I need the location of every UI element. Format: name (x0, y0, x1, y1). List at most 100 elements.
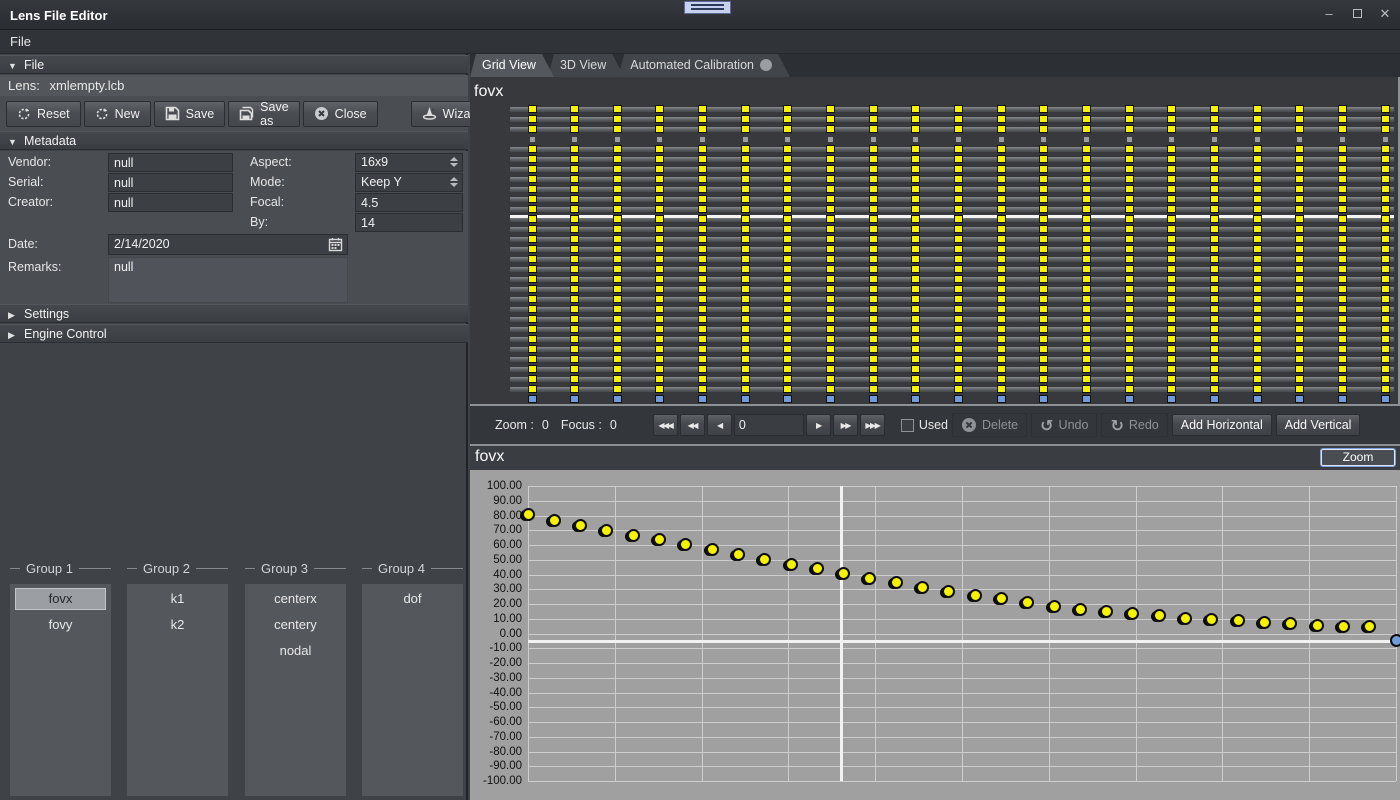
grid-cell[interactable] (1082, 245, 1091, 253)
grid-cell[interactable] (655, 115, 664, 123)
grid-cell[interactable] (570, 225, 579, 233)
grid-cell[interactable] (655, 335, 664, 343)
grid-cell[interactable] (741, 355, 750, 363)
grid-cell[interactable] (1338, 285, 1347, 293)
grid-cell[interactable] (783, 295, 792, 303)
grid-cell[interactable] (997, 385, 1006, 393)
grid-cell[interactable] (698, 265, 707, 273)
data-point[interactable] (837, 567, 850, 580)
data-point[interactable] (732, 548, 745, 561)
grid-cell[interactable] (911, 245, 920, 253)
grid-cell[interactable] (1253, 295, 1262, 303)
grid-cell[interactable] (911, 235, 920, 243)
grid-cell[interactable] (1381, 155, 1390, 163)
grid-cell[interactable] (698, 115, 707, 123)
grid-cell[interactable] (1210, 275, 1219, 283)
grid-cell[interactable] (1253, 365, 1262, 373)
grid-cell[interactable] (613, 385, 622, 393)
tab-automated-calibration[interactable]: Automated Calibration (618, 54, 790, 77)
grid-cell[interactable] (1295, 315, 1304, 323)
grid-cell[interactable] (911, 215, 920, 223)
grid-cell[interactable] (1338, 385, 1347, 393)
grid-cell[interactable] (1295, 255, 1304, 263)
grid-cell[interactable] (1210, 145, 1219, 153)
grid-cell[interactable] (1210, 265, 1219, 273)
grid-cell[interactable] (1039, 245, 1048, 253)
grid-cell[interactable] (698, 205, 707, 213)
grid-cell[interactable] (1125, 295, 1134, 303)
grid-cell[interactable] (783, 195, 792, 203)
grid-cell[interactable] (869, 175, 878, 183)
grid-cell[interactable] (997, 345, 1006, 353)
grid-cell[interactable] (1125, 275, 1134, 283)
grid-cell[interactable] (741, 365, 750, 373)
grid-cell[interactable] (1125, 185, 1134, 193)
grid-cell[interactable] (698, 365, 707, 373)
grid-cell[interactable] (570, 285, 579, 293)
grid-cell-selected-row[interactable] (997, 395, 1006, 403)
grid-cell[interactable] (1082, 255, 1091, 263)
grid-cell[interactable] (1082, 275, 1091, 283)
grid-cell[interactable] (869, 225, 878, 233)
grid-cell[interactable] (1167, 365, 1176, 373)
grid-cell[interactable] (1253, 225, 1262, 233)
grid-cell[interactable] (1381, 245, 1390, 253)
grid-cell[interactable] (1167, 295, 1176, 303)
grid-cell[interactable] (997, 245, 1006, 253)
grid-cell[interactable] (1253, 385, 1262, 393)
grid-cell[interactable] (570, 185, 579, 193)
grid-cell[interactable] (698, 195, 707, 203)
grid-cell[interactable] (1039, 375, 1048, 383)
grid-cell[interactable] (1167, 185, 1176, 193)
grid-cell[interactable] (783, 225, 792, 233)
grid-cell[interactable] (1210, 325, 1219, 333)
grid-cell[interactable] (1295, 335, 1304, 343)
grid-cell-selected-row[interactable] (911, 395, 920, 403)
grid-cell[interactable] (1210, 105, 1219, 113)
grid-cell[interactable] (570, 215, 579, 223)
grid-cell[interactable] (783, 245, 792, 253)
grid-cell[interactable] (741, 325, 750, 333)
grid-cell[interactable] (655, 355, 664, 363)
grid-cell[interactable] (528, 145, 537, 153)
grid-cell[interactable] (1295, 295, 1304, 303)
grid-cell[interactable] (1082, 105, 1091, 113)
grid-cell[interactable] (1295, 205, 1304, 213)
grid-cell[interactable] (613, 155, 622, 163)
grid-cell[interactable] (528, 125, 537, 133)
grid-cell[interactable] (911, 345, 920, 353)
grid-cell[interactable] (1082, 325, 1091, 333)
grid-cell[interactable] (911, 115, 920, 123)
grid-cell[interactable] (528, 195, 537, 203)
grid-cell[interactable] (741, 195, 750, 203)
grid-cell[interactable] (1125, 125, 1134, 133)
grid-cell[interactable] (1167, 305, 1176, 313)
grid-cell[interactable] (1167, 115, 1176, 123)
grid-cell[interactable] (1381, 175, 1390, 183)
grid-cell[interactable] (1082, 145, 1091, 153)
grid-cell[interactable] (570, 125, 579, 133)
grid-cell[interactable] (1082, 195, 1091, 203)
grid-cell[interactable] (911, 335, 920, 343)
grid-cell[interactable] (1295, 235, 1304, 243)
calendar-icon[interactable] (328, 237, 343, 252)
grid-cell[interactable] (954, 265, 963, 273)
group-item-centerx[interactable]: centerx (250, 588, 341, 610)
grid-cell[interactable] (741, 345, 750, 353)
grid-cell[interactable] (1167, 175, 1176, 183)
grid-cell[interactable] (1039, 295, 1048, 303)
grid-cell[interactable] (826, 365, 835, 373)
grid-cell[interactable] (698, 215, 707, 223)
grid-cell[interactable] (783, 155, 792, 163)
grid-cell[interactable] (1295, 275, 1304, 283)
grid-cell-selected-row[interactable] (1125, 395, 1134, 403)
grid-cell[interactable] (1039, 255, 1048, 263)
grid-cell[interactable] (911, 145, 920, 153)
redo-button[interactable]: ↻ Redo (1101, 413, 1167, 437)
data-point[interactable] (1048, 600, 1061, 613)
grid-cell-selected-row[interactable] (1210, 395, 1219, 403)
grid-cell[interactable] (1167, 275, 1176, 283)
grid-cell-selected-row[interactable] (528, 395, 537, 403)
group-item-centery[interactable]: centery (250, 614, 341, 636)
grid-cell[interactable] (1295, 365, 1304, 373)
